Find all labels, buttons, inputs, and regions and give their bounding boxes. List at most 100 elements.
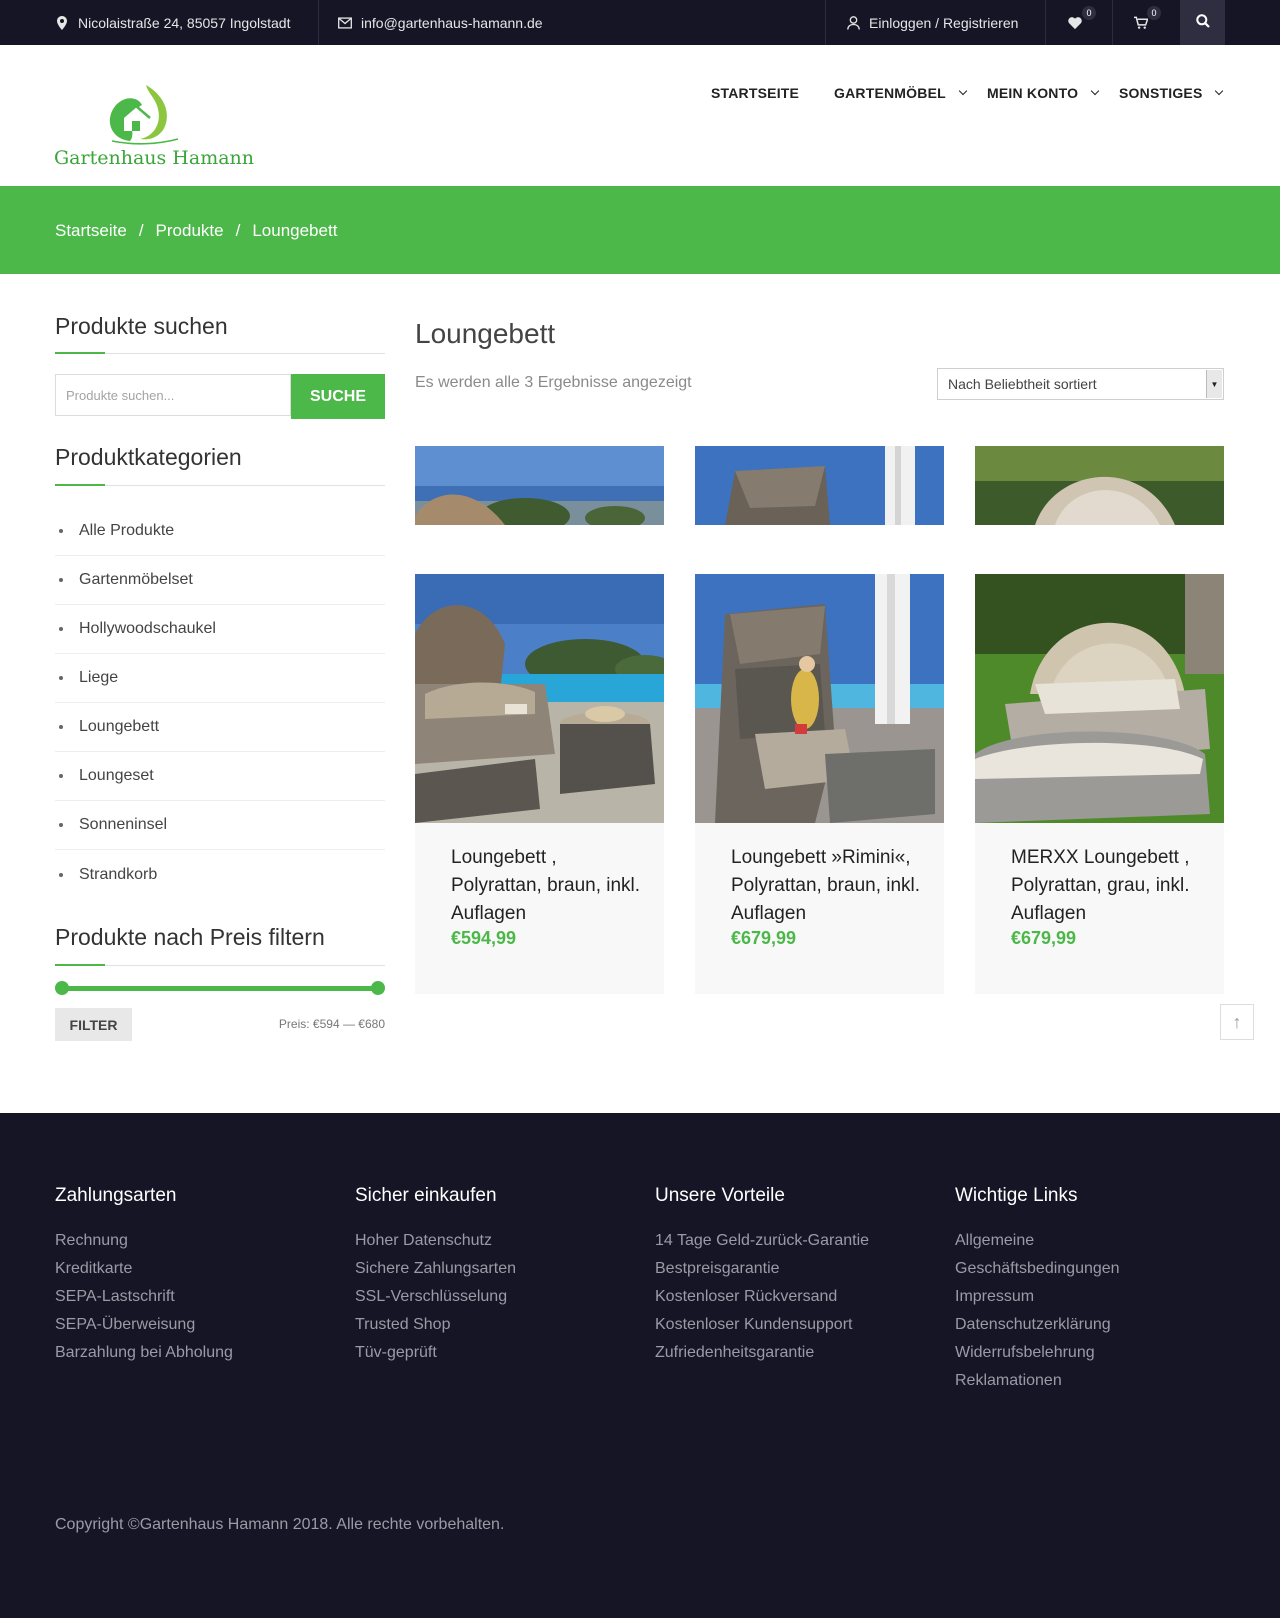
sort-selected-value[interactable]: Nach Beliebtheit sortiert — [948, 376, 1097, 392]
footer-link[interactable]: Reklamationen — [955, 1367, 1120, 1395]
footer-link[interactable]: Datenschutzerklärung — [955, 1311, 1120, 1339]
chevron-down-icon — [1215, 86, 1224, 96]
nav-item-sonstiges[interactable]: SONSTIGES — [1119, 85, 1224, 101]
login-text[interactable]: Einloggen / Registrieren — [869, 15, 1018, 31]
breadcrumb-home[interactable]: Startseite — [55, 221, 127, 241]
breadcrumb-produkte[interactable]: Produkte — [156, 221, 224, 241]
category-item[interactable]: Gartenmöbelset — [55, 556, 385, 605]
nav-label[interactable]: STARTSEITE — [711, 85, 799, 101]
footer-link[interactable]: Kostenloser Rückversand — [655, 1283, 869, 1311]
breadcrumb: Startseite / Produkte / Loungebett — [55, 221, 337, 241]
email-text[interactable]: info@gartenhaus-hamann.de — [361, 15, 543, 31]
product-price: €679,99 — [731, 928, 797, 948]
nav-label[interactable]: SONSTIGES — [1119, 85, 1202, 101]
copyright-text: Copyright ©Gartenhaus Hamann 2018. Alle … — [55, 1516, 505, 1533]
back-to-top-button[interactable]: ↑ — [1220, 1004, 1254, 1040]
footer-link[interactable]: Impressum — [955, 1283, 1120, 1311]
footer-link[interactable]: Hoher Datenschutz — [355, 1227, 516, 1255]
price-range-label: Preis: €594 — €680 — [278, 1017, 385, 1031]
category-item[interactable]: Strandkorb — [55, 850, 385, 899]
product-price: €679,99 — [1011, 928, 1077, 948]
category-item[interactable]: Loungebett — [55, 703, 385, 752]
search-icon — [1195, 14, 1210, 31]
category-label[interactable]: Sonneninsel — [79, 816, 167, 834]
cart-count-badge: 0 — [1147, 6, 1161, 20]
price-slider-track[interactable] — [62, 986, 378, 991]
footer-column-title: Sicher einkaufen — [355, 1185, 497, 1206]
category-label[interactable]: Loungebett — [79, 718, 159, 736]
footer-link[interactable]: SEPA-Überweisung — [55, 1311, 233, 1339]
heart-icon — [1068, 16, 1082, 30]
category-label[interactable]: Liege — [79, 669, 118, 687]
product-card[interactable]: Loungebett »Rimini«, Polyrattan, braun, … — [695, 574, 944, 994]
footer-link[interactable]: Tüv-geprüft — [355, 1339, 516, 1367]
nav-label[interactable]: MEIN KONTO — [987, 85, 1078, 101]
address-text: Nicolaistraße 24, 85057 Ingolstadt — [78, 14, 291, 31]
footer-link[interactable]: Geschäftsbedingungen — [955, 1255, 1120, 1283]
category-label[interactable]: Loungeset — [79, 767, 154, 785]
site-logo[interactable]: Gartenhaus Hamann — [54, 83, 254, 173]
footer-link[interactable]: Allgemeine — [955, 1227, 1120, 1255]
product-name[interactable]: MERXX Loungebett , Polyrattan, grau, ink… — [1011, 844, 1201, 928]
footer-link[interactable]: Sichere Zahlungsarten — [355, 1255, 516, 1283]
footer-link[interactable]: Bestpreisgarantie — [655, 1255, 869, 1283]
cart-button[interactable] — [1134, 0, 1148, 45]
product-card[interactable]: MERXX Loungebett , Polyrattan, grau, ink… — [975, 574, 1224, 994]
footer-link[interactable]: Barzahlung bei Abholung — [55, 1339, 233, 1367]
wishlist-count-badge: 0 — [1082, 6, 1096, 20]
footer-column-title: Unsere Vorteile — [655, 1185, 785, 1206]
footer-column-secure: Sicher einkaufen Hoher Datenschutz Siche… — [355, 1185, 516, 1367]
footer-link[interactable]: Widerrufsbelehrung — [955, 1339, 1120, 1367]
footer-link[interactable]: Zufriedenheitsgarantie — [655, 1339, 869, 1367]
product-name[interactable]: Loungebett , Polyrattan, braun, inkl. Au… — [451, 844, 641, 928]
product-card[interactable]: Loungebett , Polyrattan, braun, inkl. Au… — [415, 574, 664, 994]
product-name[interactable]: Loungebett »Rimini«, Polyrattan, braun, … — [731, 844, 921, 928]
search-toggle-button[interactable] — [1180, 0, 1225, 45]
footer-link[interactable]: Kreditkarte — [55, 1255, 233, 1283]
breadcrumb-separator: / — [235, 221, 241, 240]
price-filter-button[interactable]: FILTER — [55, 1008, 132, 1041]
footer-link[interactable]: Trusted Shop — [355, 1311, 516, 1339]
nav-item-mein-konto[interactable]: MEIN KONTO — [987, 85, 1100, 101]
price-slider-min-handle[interactable] — [55, 981, 69, 995]
footer-link[interactable]: SSL-Verschlüsselung — [355, 1283, 516, 1311]
footer-link[interactable]: SEPA-Lastschrift — [55, 1283, 233, 1311]
category-label[interactable]: Gartenmöbelset — [79, 571, 193, 589]
dropdown-arrow-icon[interactable]: ▼ — [1206, 370, 1222, 398]
product-search-input[interactable] — [55, 374, 291, 416]
sort-select[interactable]: Nach Beliebtheit sortiert ▼ — [937, 368, 1224, 400]
product-image-strip — [975, 446, 1224, 525]
category-item[interactable]: Loungeset — [55, 752, 385, 801]
category-item[interactable]: Alle Produkte — [55, 507, 385, 556]
search-widget-title: Produkte suchen — [55, 313, 228, 339]
footer-column-advantages: Unsere Vorteile 14 Tage Geld-zurück-Gara… — [655, 1185, 869, 1367]
footer-link[interactable]: Kostenloser Kundensupport — [655, 1311, 869, 1339]
category-item[interactable]: Hollywoodschaukel — [55, 605, 385, 654]
category-list: Alle Produkte Gartenmöbelset Hollywoodsc… — [55, 507, 385, 899]
arrow-up-icon: ↑ — [1232, 1011, 1242, 1032]
wishlist-button[interactable] — [1068, 0, 1082, 45]
top-bar: Nicolaistraße 24, 85057 Ingolstadt info@… — [0, 0, 1280, 45]
product-image[interactable] — [975, 574, 1224, 823]
footer-link[interactable]: 14 Tage Geld-zurück-Garantie — [655, 1227, 869, 1255]
footer-link[interactable]: Rechnung — [55, 1227, 233, 1255]
email-link[interactable]: info@gartenhaus-hamann.de — [338, 0, 543, 45]
category-label[interactable]: Strandkorb — [79, 866, 157, 884]
product-price: €594,99 — [451, 928, 517, 948]
footer-column-title: Zahlungsarten — [55, 1185, 177, 1206]
nav-label[interactable]: GARTENMÖBEL — [834, 85, 946, 101]
footer-column-title: Wichtige Links — [955, 1185, 1078, 1206]
price-slider-max-handle[interactable] — [371, 981, 385, 995]
category-label[interactable]: Hollywoodschaukel — [79, 620, 216, 638]
product-search-button[interactable]: SUCHE — [291, 374, 385, 419]
site-header: Gartenhaus Hamann STARTSEITE GARTENMÖBEL… — [0, 45, 1280, 186]
login-link[interactable]: Einloggen / Registrieren — [846, 0, 1018, 45]
product-image[interactable] — [695, 574, 944, 823]
category-item[interactable]: Liege — [55, 654, 385, 703]
category-item[interactable]: Sonneninsel — [55, 801, 385, 850]
nav-item-gartenmoebel[interactable]: GARTENMÖBEL — [834, 85, 968, 101]
product-image[interactable] — [415, 574, 664, 823]
category-label[interactable]: Alle Produkte — [79, 522, 174, 540]
nav-item-startseite[interactable]: STARTSEITE — [711, 85, 799, 101]
breadcrumb-current: Loungebett — [252, 221, 338, 240]
